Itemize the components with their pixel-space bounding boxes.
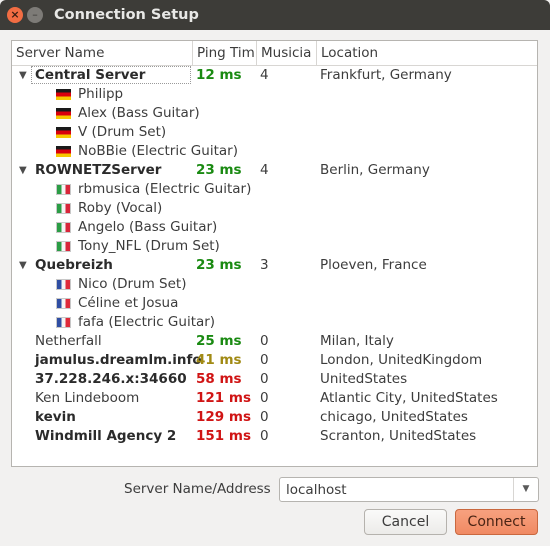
france-flag-icon: [56, 317, 71, 328]
list-header: Server Name Ping Tim Musicia Location: [12, 41, 537, 66]
column-header-musicians[interactable]: Musicia: [257, 41, 316, 65]
musician-count: 4: [260, 67, 269, 83]
musician-name: V (Drum Set): [78, 124, 167, 140]
server-list[interactable]: Server Name Ping Tim Musicia Location ▼ C…: [11, 40, 538, 467]
ping-time: 151 ms: [196, 428, 251, 444]
server-row[interactable]: ▼ ROWNETZServer 23 ms 4 Berlin, Germany: [12, 161, 537, 180]
server-row[interactable]: kevin 129 ms 0 chicago, UnitedStates: [12, 408, 537, 427]
italy-flag-icon: [56, 203, 71, 214]
musician-count: 3: [260, 257, 269, 273]
germany-flag-icon: [56, 146, 71, 157]
server-name: Ken Lindeboom: [35, 390, 140, 406]
ping-time: 129 ms: [196, 409, 251, 425]
musician-name: Tony_NFL (Drum Set): [78, 238, 220, 254]
italy-flag-icon: [56, 241, 71, 252]
client-row[interactable]: Alex (Bass Guitar): [12, 104, 537, 123]
italy-flag-icon: [56, 184, 71, 195]
server-location: Berlin, Germany: [320, 162, 430, 178]
france-flag-icon: [56, 298, 71, 309]
client-row[interactable]: Philipp: [12, 85, 537, 104]
ping-time: 23 ms: [196, 257, 242, 273]
minimize-icon[interactable]: –: [27, 7, 43, 23]
server-row[interactable]: Windmill Agency 2 151 ms 0 Scranton, United…: [12, 427, 537, 446]
server-name: Central Server: [35, 67, 146, 83]
musician-name: Roby (Vocal): [78, 200, 163, 216]
germany-flag-icon: [56, 89, 71, 100]
client-row[interactable]: Céline et Josua: [12, 294, 537, 313]
server-row[interactable]: Netherfall 25 ms 0 Milan, Italy: [12, 332, 537, 351]
client-row[interactable]: fafa (Electric Guitar): [12, 313, 537, 332]
musician-count: 0: [260, 333, 269, 349]
musician-count: 4: [260, 162, 269, 178]
germany-flag-icon: [56, 127, 71, 138]
column-header-location[interactable]: Location: [317, 41, 537, 65]
italy-flag-icon: [56, 222, 71, 233]
server-row[interactable]: jamulus.dreamlm.info 41 ms 0 London, United…: [12, 351, 537, 370]
ping-time: 41 ms: [196, 352, 242, 368]
chevron-down-icon[interactable]: ▼: [513, 478, 538, 501]
client-row[interactable]: Angelo (Bass Guitar): [12, 218, 537, 237]
musician-name: Angelo (Bass Guitar): [78, 219, 218, 235]
ping-time: 25 ms: [196, 333, 242, 349]
expand-arrow-icon[interactable]: ▼: [19, 66, 27, 85]
musician-count: 0: [260, 352, 269, 368]
server-location: chicago, UnitedStates: [320, 409, 468, 425]
france-flag-icon: [56, 279, 71, 290]
musician-name: fafa (Electric Guitar): [78, 314, 216, 330]
server-row[interactable]: Ken Lindeboom 121 ms 0 Atlantic City, Unite…: [12, 389, 537, 408]
client-row[interactable]: Tony_NFL (Drum Set): [12, 237, 537, 256]
expand-arrow-icon[interactable]: ▼: [19, 161, 27, 180]
server-location: Milan, Italy: [320, 333, 394, 349]
server-name: 37.228.246.x:34660: [35, 371, 187, 387]
server-location: Frankfurt, Germany: [320, 67, 452, 83]
musician-name: Alex (Bass Guitar): [78, 105, 200, 121]
ping-time: 58 ms: [196, 371, 242, 387]
ping-time: 23 ms: [196, 162, 242, 178]
client-row[interactable]: V (Drum Set): [12, 123, 537, 142]
musician-count: 0: [260, 409, 269, 425]
musician-name: Nico (Drum Set): [78, 276, 187, 292]
server-location: Atlantic City, UnitedStates: [320, 390, 498, 406]
close-icon[interactable]: ×: [7, 7, 23, 23]
client-row[interactable]: rbmusica (Electric Guitar): [12, 180, 537, 199]
musician-name: NoBBie (Electric Guitar): [78, 143, 238, 159]
expand-arrow-icon[interactable]: ▼: [19, 256, 27, 275]
server-name: ROWNETZServer: [35, 162, 162, 178]
client-row[interactable]: Roby (Vocal): [12, 199, 537, 218]
server-location: London, UnitedKingdom: [320, 352, 483, 368]
client-row[interactable]: NoBBie (Electric Guitar): [12, 142, 537, 161]
window-title: Connection Setup: [54, 7, 199, 23]
musician-count: 0: [260, 390, 269, 406]
musician-name: Philipp: [78, 86, 124, 102]
server-location: UnitedStates: [320, 371, 408, 387]
column-header-ping-time[interactable]: Ping Tim: [193, 41, 256, 65]
server-name: Windmill Agency 2: [35, 428, 177, 444]
cancel-button[interactable]: Cancel: [364, 509, 447, 535]
title-bar: × – Connection Setup: [0, 0, 550, 30]
server-row[interactable]: 37.228.246.x:34660 58 ms 0 UnitedStates: [12, 370, 537, 389]
column-header-server-name[interactable]: Server Name: [12, 41, 192, 65]
server-name: kevin: [35, 409, 76, 425]
server-address-input[interactable]: [280, 478, 516, 501]
server-name: Quebreizh: [35, 257, 113, 273]
client-row[interactable]: Nico (Drum Set): [12, 275, 537, 294]
musician-name: rbmusica (Electric Guitar): [78, 181, 252, 197]
musician-count: 0: [260, 428, 269, 444]
ping-time: 121 ms: [196, 390, 251, 406]
musician-name: Céline et Josua: [78, 295, 179, 311]
ping-time: 12 ms: [196, 67, 242, 83]
server-row[interactable]: ▼ Central Server 12 ms 4 Frankfurt, Germany: [12, 66, 537, 85]
connect-button[interactable]: Connect: [455, 509, 538, 535]
germany-flag-icon: [56, 108, 71, 119]
server-row[interactable]: ▼ Quebreizh 23 ms 3 Ploeven, France: [12, 256, 537, 275]
server-address-label: Server Name/Address: [124, 481, 271, 497]
server-location: Scranton, UnitedStates: [320, 428, 477, 444]
server-address-combobox[interactable]: ▼: [279, 477, 539, 502]
server-name: Netherfall: [35, 333, 102, 349]
server-name: jamulus.dreamlm.info: [35, 352, 202, 368]
musician-count: 0: [260, 371, 269, 387]
server-location: Ploeven, France: [320, 257, 427, 273]
